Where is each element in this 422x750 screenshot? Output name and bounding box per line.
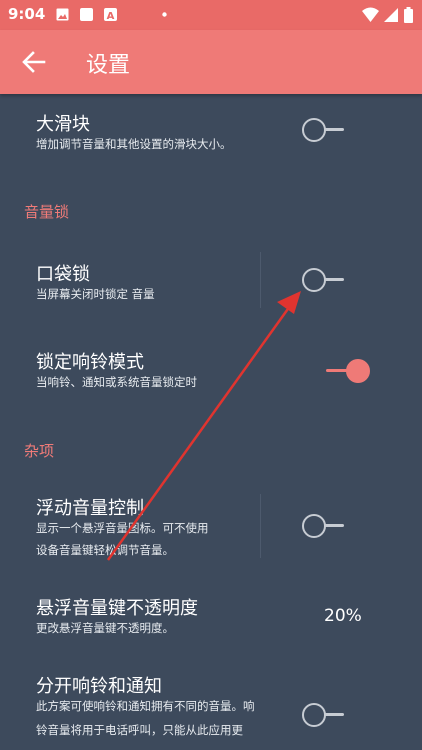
setting-title: 悬浮音量键不透明度 (36, 598, 198, 619)
setting-title: 大滑块 (36, 114, 90, 135)
setting-separate-ring-notification[interactable]: 分开响铃和通知 此方案可使响铃和通知拥有不同的音量。响 铃音量将用于电话呼叫，只… (0, 664, 422, 750)
setting-description: 增加调节音量和其他设置的滑块大小。 (36, 137, 232, 151)
setting-large-slider[interactable]: 大滑块 增加调节音量和其他设置的滑块大小。 (0, 94, 422, 172)
setting-title: 浮动音量控制 (36, 498, 144, 519)
setting-description: 更改悬浮音量键不透明度。 (36, 621, 174, 635)
divider (260, 252, 261, 308)
signal-icon (384, 8, 398, 22)
dot-icon (162, 12, 167, 17)
setting-floating-opacity[interactable]: 悬浮音量键不透明度 更改悬浮音量键不透明度。 20% (0, 584, 422, 656)
image-icon (56, 8, 69, 21)
divider (260, 494, 261, 558)
status-bar: 9:04 A (0, 0, 422, 30)
pocket-lock-switch[interactable] (300, 266, 348, 294)
section-header-misc: 杂项 (24, 442, 55, 460)
svg-text:A: A (107, 11, 115, 21)
wifi-icon (362, 7, 379, 22)
back-arrow-icon[interactable] (20, 48, 48, 76)
setting-description: 当屏幕关闭时锁定 音量 (36, 287, 155, 301)
setting-title: 分开响铃和通知 (36, 676, 162, 697)
setting-title: 锁定响铃模式 (36, 352, 144, 373)
a-icon: A (104, 8, 117, 21)
setting-description: 当响铃、通知或系统音量锁定时 (36, 375, 197, 389)
page-title: 设置 (86, 53, 131, 78)
large-slider-switch[interactable] (300, 116, 348, 144)
status-time: 9:04 (8, 5, 46, 23)
setting-description-line1: 显示一个悬浮音量图标。可不使用 (36, 521, 209, 535)
setting-description-line2: 铃音量将用于电话呼叫，只能从此应用更 (36, 723, 243, 737)
section-header-volume-lock: 音量锁 (24, 203, 70, 221)
setting-description-line1: 此方案可使响铃和通知拥有不同的音量。响 (36, 699, 255, 713)
floating-volume-switch[interactable] (300, 512, 348, 540)
app-bar: 设置 (0, 30, 422, 94)
battery-icon (404, 7, 413, 23)
setting-lock-ringer-mode[interactable]: 锁定响铃模式 当响铃、通知或系统音量锁定时 (0, 336, 422, 408)
separate-ring-notification-switch[interactable] (300, 701, 348, 729)
opacity-value: 20% (324, 606, 362, 626)
setting-pocket-lock[interactable]: 口袋锁 当屏幕关闭时锁定 音量 (0, 244, 422, 316)
setting-floating-volume[interactable]: 浮动音量控制 显示一个悬浮音量图标。可不使用 设备音量键轻松调节音量。 (0, 482, 422, 572)
lock-ringer-mode-switch[interactable] (324, 357, 372, 385)
setting-title: 口袋锁 (36, 264, 90, 285)
square-icon (80, 8, 93, 21)
setting-description-line2: 设备音量键轻松调节音量。 (36, 543, 174, 557)
